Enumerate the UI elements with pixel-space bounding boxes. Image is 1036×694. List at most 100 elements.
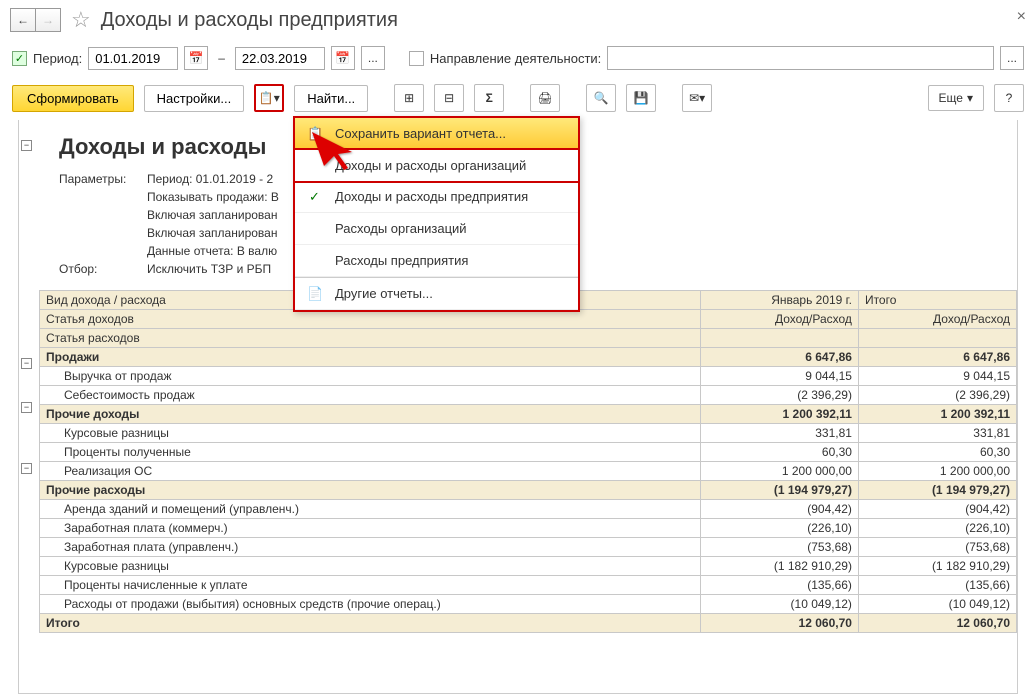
table-row[interactable]: Аренда зданий и помещений (управленч.)(9… <box>40 500 1017 519</box>
param-line: Включая запланирован <box>147 224 277 242</box>
row-name: Проценты начисленные к уплате <box>40 576 701 595</box>
param-line: Показывать продажи: В <box>147 188 279 206</box>
row-value: 9 044,15 <box>858 367 1016 386</box>
dd-item-org[interactable]: Доходы и расходы организаций <box>293 148 580 183</box>
col-header: Январь 2019 г. <box>700 291 858 310</box>
save-variant-icon: 📋 <box>307 126 323 142</box>
row-value: (753,68) <box>858 538 1016 557</box>
row-name: Аренда зданий и помещений (управленч.) <box>40 500 701 519</box>
row-name: Расходы от продажи (выбытия) основных ср… <box>40 595 701 614</box>
param-line: Данные отчета: В валю <box>147 242 277 260</box>
table-row[interactable]: Проценты начисленные к уплате(135,66)(13… <box>40 576 1017 595</box>
help-icon[interactable]: ? <box>994 84 1024 112</box>
date-separator: – <box>218 51 225 65</box>
close-icon[interactable]: × <box>1017 8 1026 26</box>
row-value: (1 194 979,27) <box>858 481 1016 500</box>
row-value: 1 200 000,00 <box>858 462 1016 481</box>
outline-toggle[interactable]: − <box>21 358 32 369</box>
row-value: 12 060,70 <box>700 614 858 633</box>
mail-icon[interactable]: ✉▾ <box>682 84 712 112</box>
row-name: Продажи <box>40 348 701 367</box>
sum-icon[interactable]: Σ <box>474 84 504 112</box>
period-more-button[interactable]: ... <box>361 46 385 70</box>
row-name: Курсовые разницы <box>40 557 701 576</box>
variants-dropdown-button[interactable]: 📋▾ <box>254 84 284 112</box>
table-row[interactable]: Реализация ОС1 200 000,001 200 000,00 <box>40 462 1017 481</box>
period-checkbox[interactable]: ✓ <box>12 51 27 66</box>
row-name: Выручка от продаж <box>40 367 701 386</box>
activity-checkbox[interactable] <box>409 51 424 66</box>
table-row[interactable]: Курсовые разницы(1 182 910,29)(1 182 910… <box>40 557 1017 576</box>
activity-input[interactable] <box>607 46 994 70</box>
expand-icon[interactable]: ⊞ <box>394 84 424 112</box>
filter-text: Исключить ТЗР и РБП <box>147 260 271 278</box>
row-value: 331,81 <box>858 424 1016 443</box>
table-row[interactable]: Прочие доходы1 200 392,111 200 392,11 <box>40 405 1017 424</box>
table-row[interactable]: Прочие расходы(1 194 979,27)(1 194 979,2… <box>40 481 1017 500</box>
row-name: Прочие расходы <box>40 481 701 500</box>
row-value: (904,42) <box>700 500 858 519</box>
table-row[interactable]: Расходы от продажи (выбытия) основных ср… <box>40 595 1017 614</box>
generate-button[interactable]: Сформировать <box>12 85 134 112</box>
activity-more-button[interactable]: ... <box>1000 46 1024 70</box>
row-name: Заработная плата (коммерч.) <box>40 519 701 538</box>
outline-toggle[interactable]: − <box>21 402 32 413</box>
params-label: Параметры: <box>59 170 147 188</box>
dd-item-expenses-org[interactable]: Расходы организаций <box>295 213 578 245</box>
col-subheader: Статья доходов <box>40 310 701 329</box>
table-row[interactable]: Продажи6 647,866 647,86 <box>40 348 1017 367</box>
table-row[interactable]: Заработная плата (управленч.)(753,68)(75… <box>40 538 1017 557</box>
col-subheader: Доход/Расход <box>700 310 858 329</box>
param-line: Период: 01.01.2019 - 2 <box>147 170 273 188</box>
find-button[interactable]: Найти... <box>294 85 368 112</box>
dd-save-variant[interactable]: 📋 Сохранить вариант отчета... <box>295 118 578 150</box>
save-icon[interactable]: 💾 <box>626 84 656 112</box>
back-button[interactable]: ← <box>10 8 36 32</box>
print-icon[interactable]: 🖨 <box>530 84 560 112</box>
row-value: (1 194 979,27) <box>700 481 858 500</box>
row-value: 1 200 000,00 <box>700 462 858 481</box>
table-row[interactable]: Курсовые разницы331,81331,81 <box>40 424 1017 443</box>
row-name: Курсовые разницы <box>40 424 701 443</box>
table-row[interactable]: Итого12 060,7012 060,70 <box>40 614 1017 633</box>
collapse-icon[interactable]: ⊟ <box>434 84 464 112</box>
settings-button[interactable]: Настройки... <box>144 85 245 112</box>
table-row[interactable]: Выручка от продаж9 044,159 044,15 <box>40 367 1017 386</box>
row-value: (135,66) <box>700 576 858 595</box>
row-value: (226,10) <box>700 519 858 538</box>
row-value: (1 182 910,29) <box>858 557 1016 576</box>
dd-item-enterprise[interactable]: ✓ Доходы и расходы предприятия <box>295 181 578 213</box>
row-value: (226,10) <box>858 519 1016 538</box>
row-value: 60,30 <box>700 443 858 462</box>
outline-toggle[interactable]: − <box>21 463 32 474</box>
calendar-from-icon[interactable]: 📅 <box>184 46 208 70</box>
row-value: (753,68) <box>700 538 858 557</box>
favorite-icon[interactable]: ☆ <box>71 7 91 33</box>
table-row[interactable]: Проценты полученные60,3060,30 <box>40 443 1017 462</box>
period-label: Период: <box>33 51 82 66</box>
row-value: (10 049,12) <box>700 595 858 614</box>
row-value: 6 647,86 <box>858 348 1016 367</box>
date-to-input[interactable] <box>235 47 325 70</box>
col-subheader: Статья расходов <box>40 329 701 348</box>
report-table: Вид дохода / расхода Январь 2019 г. Итог… <box>39 290 1017 633</box>
row-value: 9 044,15 <box>700 367 858 386</box>
more-button[interactable]: Еще ▾ <box>928 85 984 111</box>
row-value: 331,81 <box>700 424 858 443</box>
table-row[interactable]: Себестоимость продаж(2 396,29)(2 396,29) <box>40 386 1017 405</box>
dd-other-reports[interactable]: 📄 Другие отчеты... <box>295 277 578 310</box>
row-name: Итого <box>40 614 701 633</box>
date-from-input[interactable] <box>88 47 178 70</box>
row-value: 60,30 <box>858 443 1016 462</box>
row-value: (2 396,29) <box>700 386 858 405</box>
check-icon: ✓ <box>309 189 320 205</box>
table-row[interactable]: Заработная плата (коммерч.)(226,10)(226,… <box>40 519 1017 538</box>
outline-toggle[interactable]: − <box>21 140 32 151</box>
row-value: 6 647,86 <box>700 348 858 367</box>
calendar-to-icon[interactable]: 📅 <box>331 46 355 70</box>
row-value: 12 060,70 <box>858 614 1016 633</box>
forward-button[interactable]: → <box>35 8 61 32</box>
dd-item-expenses-ent[interactable]: Расходы предприятия <box>295 245 578 277</box>
row-value: 1 200 392,11 <box>700 405 858 424</box>
preview-icon[interactable]: 🔍 <box>586 84 616 112</box>
